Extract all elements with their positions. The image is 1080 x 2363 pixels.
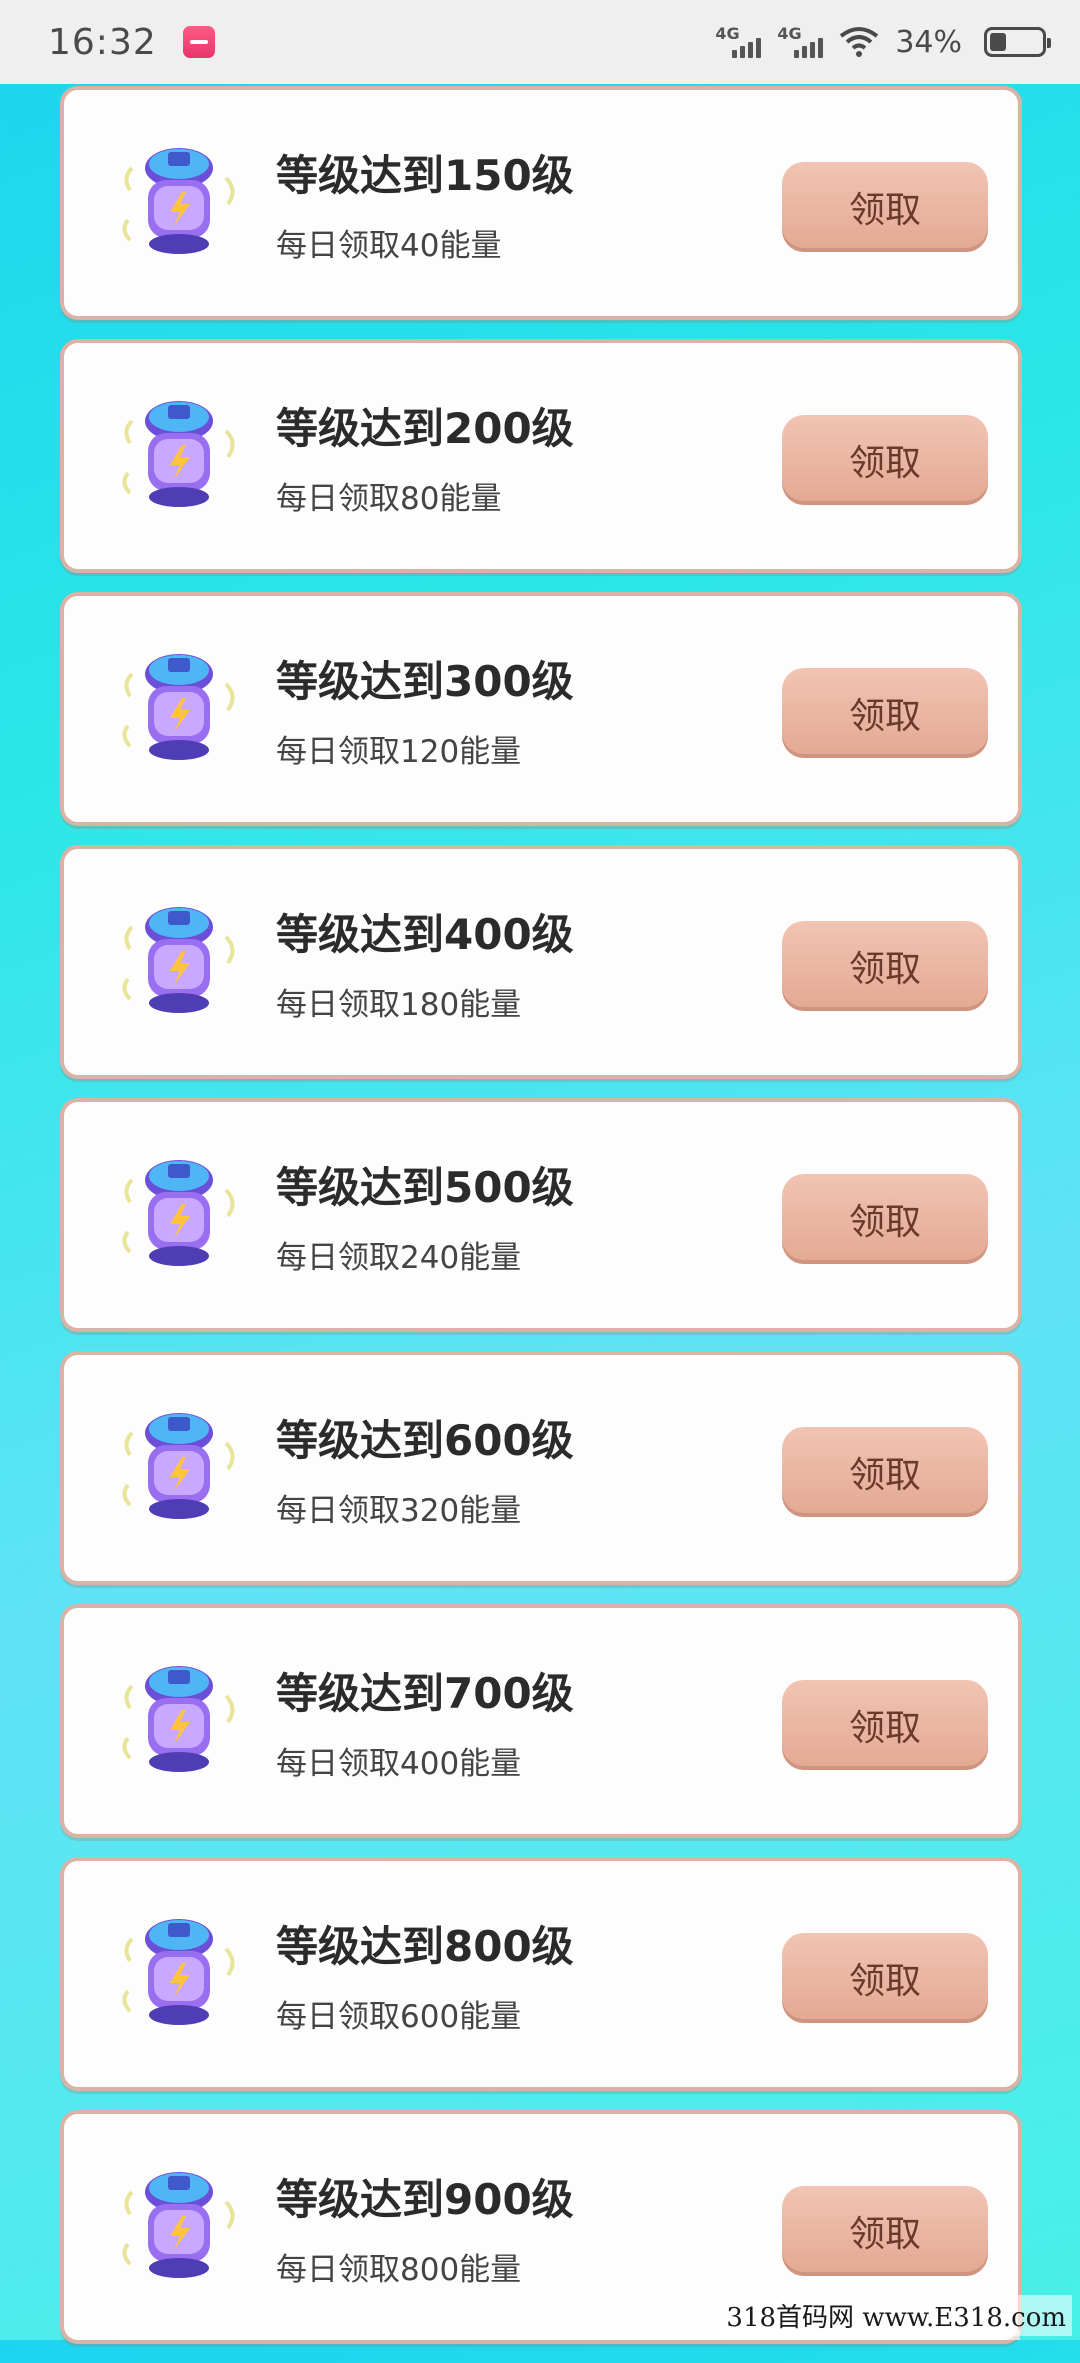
claim-button[interactable]: 领取: [782, 1174, 988, 1264]
reward-title: 等级达到800级: [276, 1922, 574, 1971]
watermark: 318首码网 www.E318.com: [720, 2295, 1072, 2336]
reward-card: 等级达到800级 每日领取600能量 领取: [60, 1857, 1022, 2091]
energy-lantern-icon: [122, 907, 235, 1013]
reward-title: 等级达到900级: [276, 2175, 574, 2224]
energy-lantern-icon: [122, 148, 235, 254]
reward-subtitle: 每日领取180能量: [276, 987, 522, 1023]
energy-lantern-icon: [122, 1160, 235, 1266]
claim-button[interactable]: 领取: [782, 162, 988, 252]
claim-button[interactable]: 领取: [782, 2186, 988, 2276]
signal-icon: 4G: [715, 24, 762, 60]
reward-subtitle: 每日领取120能量: [276, 734, 522, 770]
reward-list: 等级达到150级 每日领取40能量 领取 等级达到200级 每日领取80能量 领…: [60, 86, 1022, 2363]
reward-title: 等级达到600级: [276, 1416, 574, 1465]
reward-subtitle: 每日领取600能量: [276, 1999, 522, 2035]
reward-card: 等级达到400级 每日领取180能量 领取: [60, 845, 1022, 1079]
reward-subtitle: 每日领取240能量: [276, 1240, 522, 1276]
reward-subtitle: 每日领取80能量: [276, 481, 502, 517]
reward-title: 等级达到150级: [276, 151, 574, 200]
energy-lantern-icon: [122, 401, 235, 507]
energy-lantern-icon: [122, 2172, 235, 2278]
reward-subtitle: 每日领取800能量: [276, 2252, 522, 2288]
battery-percentage: 34%: [895, 24, 962, 60]
energy-lantern-icon: [122, 1919, 235, 2025]
energy-lantern-icon: [122, 654, 235, 760]
reward-card: 等级达到300级 每日领取120能量 领取: [60, 592, 1022, 826]
reward-title: 等级达到200级: [276, 404, 574, 453]
reward-subtitle: 每日领取320能量: [276, 1493, 522, 1529]
claim-button[interactable]: 领取: [782, 1427, 988, 1517]
reward-card: 等级达到500级 每日领取240能量 领取: [60, 1098, 1022, 1332]
claim-button[interactable]: 领取: [782, 1680, 988, 1770]
claim-button[interactable]: 领取: [782, 668, 988, 758]
reward-title: 等级达到700级: [276, 1669, 574, 1718]
app-notification-icon: [182, 26, 215, 58]
reward-card: 等级达到700级 每日领取400能量 领取: [60, 1604, 1022, 1838]
claim-button[interactable]: 领取: [782, 415, 988, 505]
reward-title: 等级达到400级: [276, 910, 574, 959]
energy-lantern-icon: [122, 1413, 235, 1519]
reward-card: 等级达到600级 每日领取320能量 领取: [60, 1351, 1022, 1585]
status-time: 16:32: [48, 21, 157, 63]
reward-title: 等级达到300级: [276, 657, 574, 706]
reward-subtitle: 每日领取400能量: [276, 1746, 522, 1782]
status-bar: 16:32 4G 4G 34%: [0, 0, 1080, 84]
reward-card: 等级达到150级 每日领取40能量 领取: [60, 86, 1022, 320]
battery-icon: [984, 27, 1051, 57]
wifi-icon: [840, 27, 879, 57]
reward-card: 等级达到200级 每日领取80能量 领取: [60, 339, 1022, 573]
signal-icon: 4G: [777, 24, 824, 60]
reward-subtitle: 每日领取40能量: [276, 228, 502, 264]
reward-title: 等级达到500级: [276, 1163, 574, 1212]
status-indicators: 4G 4G 34%: [715, 24, 1051, 60]
energy-lantern-icon: [122, 1666, 235, 1772]
claim-button[interactable]: 领取: [782, 1933, 988, 2023]
claim-button[interactable]: 领取: [782, 921, 988, 1011]
